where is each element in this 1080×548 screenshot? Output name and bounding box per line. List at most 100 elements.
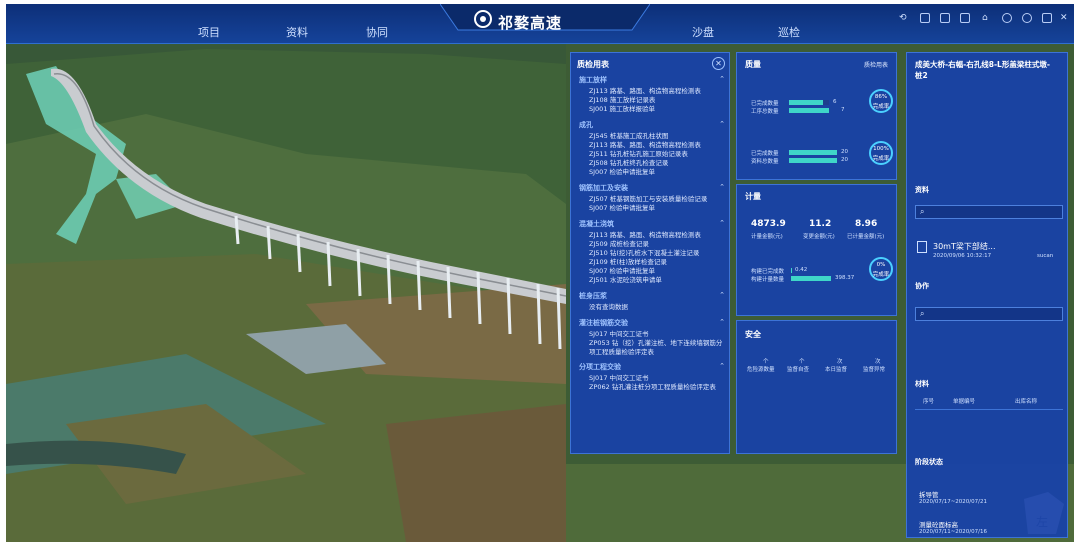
close-icon[interactable]: ✕ [712,57,725,70]
quality-rate-value: 86% [874,94,888,100]
docs-total-label: 资料总数量 [751,159,779,165]
component-title: 成美大桥-右幅-右孔线8-L形盖梁柱式墩-桩2 [915,60,1050,80]
map-scene[interactable]: 左 项目 资料 协同 沙盘 巡检 祁婺高速 ⟲ ⌂ ✕ 质检用表 ✕ [6,4,1074,542]
section-header[interactable]: 桩身压浆 [579,291,607,301]
form-item[interactable]: ZJ109 桩(柱)放样检查记录 [589,258,725,267]
safety-panel: 安全 个 危险源数量 个 监督自查 次 本日监督 次 监督异常 [736,320,897,454]
quality-table-link[interactable]: 质检用表 [864,60,888,69]
window-icon[interactable] [1042,13,1052,23]
home-icon[interactable]: ⌂ [982,13,992,23]
nav-inspection[interactable]: 巡检 [778,24,800,40]
close-window-icon[interactable]: ✕ [1060,13,1070,23]
built-measure-value: 398.37 [835,275,855,281]
supervision-abnormal-label: 监督异常 [863,367,886,373]
nav-collaboration[interactable]: 协同 [366,24,388,40]
built-measure-bar [791,276,831,281]
quality-rate-label: 完成率 [872,104,890,110]
quality-table-panel: 质检用表 ✕ 施工放样 ⌃ ZJ113 路基、路面、构造物高程检测表 ZJ108 施工… [570,52,730,454]
measure-amount-value: 4873.9 [751,219,786,229]
chevron-up-icon[interactable]: ⌃ [719,219,725,227]
today-supervision-label: 本日监督 [825,367,848,373]
document-name[interactable]: 30mT梁下部结... [933,241,996,252]
form-item[interactable]: ZJ509 成桩检查记录 [589,240,725,249]
form-item[interactable]: ZJ501 水泥砼浇筑申请单 [589,276,725,285]
measure-amount-label: 计量金额(元) [751,234,783,240]
form-item[interactable]: SJ007 检验申请批复单 [589,267,725,276]
user-icon[interactable] [1022,13,1032,23]
docs-done-value: 20 [841,149,848,155]
app-logo: 祁婺高速 [440,4,650,44]
stage-status-label: 阶段状态 [915,458,943,466]
section-header[interactable]: 施工放样 [579,75,607,85]
quality-total-label: 工序总数量 [751,109,779,115]
section-header[interactable]: 混凝土浇筑 [579,219,614,229]
form-item[interactable]: ZJ113 路基、路面、构造物高程检测表 [589,231,725,240]
form-item[interactable]: ZJ545 桩基施工成孔柱状图 [589,132,725,141]
form-item[interactable]: SJ017 中间交工证书 [589,330,725,339]
supervision-abnormal-value: 次 [875,359,881,365]
form-item[interactable]: ZJ510 钻(挖)孔桩水下混凝土灌注记录 [589,249,725,258]
list-icon[interactable] [940,13,950,23]
stage-2-name: 测量砼面标高 [919,521,958,529]
measured-amount-value: 8.96 [855,219,878,229]
docs-done-bar [789,150,837,155]
hazard-count-label: 危险源数量 [747,367,775,373]
form-item[interactable]: ZJ113 路基、路面、构造物高程检测表 [589,87,725,96]
chevron-up-icon[interactable]: ⌃ [719,75,725,83]
settings-icon[interactable] [1002,13,1012,23]
self-check-label: 监督自查 [787,367,810,373]
collaboration-label: 协作 [915,282,929,290]
nav-sandbox[interactable]: 沙盘 [692,24,714,40]
form-item[interactable]: ZJ508 钻孔桩终孔检查记录 [589,159,725,168]
section-header[interactable]: 成孔 [579,120,593,130]
section-header[interactable]: 钢筋加工及安装 [579,183,628,193]
app-title: 祁婺高速 [498,14,563,32]
form-item[interactable]: 没有查询数据 [589,303,725,312]
component-detail-panel: 成美大桥-右幅-右孔线8-L形盖梁柱式墩-桩2 资料 ⌕ 30mT梁下部结...… [906,52,1068,538]
back-icon[interactable]: ⟲ [899,13,909,23]
chevron-up-icon[interactable]: ⌃ [719,183,725,191]
measured-amount-label: 已计量金额(元) [847,234,885,240]
section-header[interactable]: 分项工程交验 [579,362,621,372]
form-item[interactable]: ZP062 钻孔灌注桩分项工程质量检验评定表 [589,383,725,392]
grid-icon[interactable] [920,13,930,23]
quality-panel: 质量 质检用表 已完成数量 6 工序总数量 7 86% 完成率 已完成数量 20… [736,52,897,180]
top-navigation-bar: 项目 资料 协同 沙盘 巡检 祁婺高速 ⟲ ⌂ ✕ [6,4,1074,44]
chevron-up-icon[interactable]: ⌃ [719,291,725,299]
form-item[interactable]: ZP053 钻（挖）孔灌注桩、地下连续墙钢筋分项工程质量检验评定表 [589,339,725,356]
docs-rate-label: 完成率 [872,156,890,162]
logo-icon [474,10,492,28]
measure-rate-label: 完成率 [872,272,890,278]
documents-label: 资料 [915,186,929,194]
collaboration-search-input[interactable]: ⌕ [915,307,1063,321]
built-done-label: 构建已完成数 [751,269,785,275]
form-item[interactable]: SJ017 中间交工证书 [589,374,725,383]
form-item[interactable]: ZJ511 钻孔桩钻孔施工原始记录表 [589,150,725,159]
change-amount-label: 变更金额(元) [803,234,835,240]
section-header[interactable]: 灌注桩钢筋交验 [579,318,628,328]
chevron-up-icon[interactable]: ⌃ [719,120,725,128]
form-item[interactable]: SJ007 检验申请批复单 [589,168,725,177]
video-icon[interactable] [960,13,970,23]
form-item[interactable]: SJ007 检验申请批复单 [589,204,725,213]
quality-total-value: 7 [841,107,845,113]
chevron-up-icon[interactable]: ⌃ [719,362,725,370]
form-item[interactable]: ZJ113 路基、路面、构造物高程检测表 [589,141,725,150]
built-done-value: 0.42 [795,267,808,273]
chevron-up-icon[interactable]: ⌃ [719,318,725,326]
form-item[interactable]: ZJ108 施工放样记录表 [589,96,725,105]
form-item[interactable]: ZJ507 桩基钢筋加工与安装质量检验记录 [589,195,725,204]
today-supervision-value: 次 [837,359,843,365]
stage-1-name: 拆导管 [919,491,939,499]
documents-search-input[interactable]: ⌕ [915,205,1063,219]
nav-documents[interactable]: 资料 [286,24,308,40]
self-check-value: 个 [799,359,805,365]
built-done-bar [791,268,792,273]
hazard-count-value: 个 [763,359,769,365]
change-amount-value: 11.2 [809,219,832,229]
search-icon: ⌕ [920,309,925,318]
form-item[interactable]: SJ001 施工放样报验单 [589,105,725,114]
nav-project[interactable]: 项目 [198,24,220,40]
document-user: sucan [1037,253,1054,259]
measure-panel: 计量 4873.9 计量金额(元) 11.2 变更金额(元) 8.96 已计量金… [736,184,897,316]
